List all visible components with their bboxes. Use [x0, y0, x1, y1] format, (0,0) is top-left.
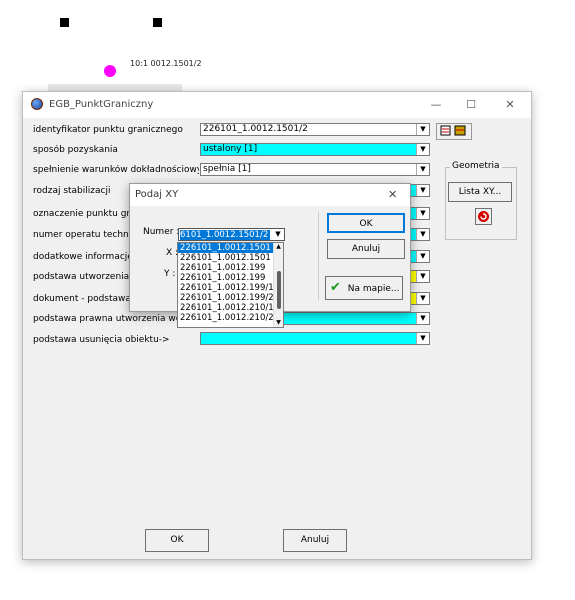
dialog-divider [318, 212, 319, 300]
label-podstawa-prawna: podstawa prawna utworzenia wersji [33, 314, 195, 324]
chevron-down-icon[interactable]: ▼ [416, 164, 429, 175]
list-scrollbar[interactable]: ▲ ▼ [273, 243, 283, 327]
chevron-down-icon[interactable]: ▼ [272, 229, 284, 240]
minimize-button[interactable]: — [426, 96, 446, 114]
label-spelnienie: spełnienie warunków dokładnościowych [33, 165, 199, 175]
refresh-icon [478, 211, 489, 222]
title-bar: EGB_PunktGraniczny — ☐ ✕ [23, 92, 531, 118]
edit-icons-button[interactable] [436, 123, 472, 140]
podstawa-usuniecia-field[interactable]: ▼ [200, 332, 430, 345]
na-mapie-button[interactable]: ✔ Na mapie... [325, 276, 403, 300]
list-item[interactable]: 226101_1.0012.1501 [178, 243, 274, 253]
dialog-ok-button[interactable]: OK [327, 213, 405, 233]
numer-combo-value: 6101_1.0012.1501/2 [180, 230, 270, 240]
chevron-down-icon[interactable]: ▼ [416, 208, 429, 219]
chevron-down-icon[interactable]: ▼ [416, 333, 429, 344]
numer-label: Numer : [143, 227, 180, 237]
na-mapie-label: Na mapie... [347, 284, 400, 294]
ok-button[interactable]: OK [145, 529, 209, 552]
point-marker [104, 65, 116, 77]
list-item[interactable]: 226101_1.0012.199 [178, 273, 274, 283]
geometria-group [445, 167, 517, 240]
dialog-title: Podaj XY [135, 189, 179, 200]
scroll-down-icon[interactable]: ▼ [274, 319, 283, 327]
label-podstawa-usuniecia: podstawa usunięcia obiektu-> [33, 335, 170, 345]
spelnienie-field[interactable]: spełnia [1] ▼ [200, 163, 430, 176]
window-title: EGB_PunktGraniczny [49, 99, 154, 110]
list-item[interactable]: 226101_1.0012.210/1 [178, 303, 274, 313]
chevron-down-icon[interactable]: ▼ [416, 293, 429, 304]
edit-tools-icon [440, 125, 466, 136]
dialog-anuluj-button[interactable]: Anuluj [327, 239, 405, 259]
dialog-close-button[interactable]: ✕ [388, 188, 397, 201]
geometria-title: Geometria [450, 161, 502, 171]
refresh-button[interactable] [475, 208, 492, 225]
list-item[interactable]: 226101_1.0012.1501 [178, 253, 274, 263]
chevron-down-icon[interactable]: ▼ [416, 144, 429, 155]
chevron-down-icon[interactable]: ▼ [416, 313, 429, 324]
maximize-button[interactable]: ☐ [461, 96, 481, 114]
sposob-field[interactable]: ustalony [1] ▼ [200, 143, 430, 156]
chevron-down-icon[interactable]: ▼ [416, 271, 429, 282]
chevron-down-icon[interactable]: ▼ [416, 185, 429, 196]
checkmark-icon: ✔ [330, 280, 341, 295]
y-label: Y : [164, 269, 176, 279]
label-identyfikator: identyfikator punktu granicznego [33, 125, 183, 135]
list-item[interactable]: 226101_1.0012.210/2 [178, 313, 274, 323]
identyfikator-value: 226101_1.0012.1501/2 [203, 124, 308, 134]
scroll-up-icon[interactable]: ▲ [274, 243, 283, 251]
scroll-thumb[interactable] [276, 271, 281, 309]
identyfikator-field[interactable]: 226101_1.0012.1501/2 ▼ [200, 123, 430, 136]
numer-dropdown-list[interactable]: 226101_1.0012.1501 226101_1.0012.1501 22… [177, 242, 284, 328]
dialog-title-bar: Podaj XY ✕ [130, 184, 410, 206]
chevron-down-icon[interactable]: ▼ [416, 251, 429, 262]
spelnienie-value: spełnia [1] [203, 164, 251, 174]
sposob-value: ustalony [1] [203, 144, 258, 154]
chevron-down-icon[interactable]: ▼ [416, 124, 429, 135]
lista-xy-button[interactable]: Lista XY... [448, 182, 512, 202]
map-label: 10:1 0012.1501/2 [130, 59, 202, 68]
numer-combo[interactable]: 6101_1.0012.1501/2 ▼ [178, 228, 285, 241]
list-item[interactable]: 226101_1.0012.199 [178, 263, 274, 273]
list-item[interactable]: 226101_1.0012.199/1 [178, 283, 274, 293]
black-marker [153, 18, 162, 27]
chevron-down-icon[interactable]: ▼ [416, 229, 429, 240]
black-marker [60, 18, 69, 27]
label-sposob: sposób pozyskania [33, 145, 118, 155]
app-globe-icon [31, 98, 43, 110]
close-button[interactable]: ✕ [500, 96, 520, 114]
list-item[interactable]: 226101_1.0012.199/2 [178, 293, 274, 303]
anuluj-button[interactable]: Anuluj [283, 529, 347, 552]
